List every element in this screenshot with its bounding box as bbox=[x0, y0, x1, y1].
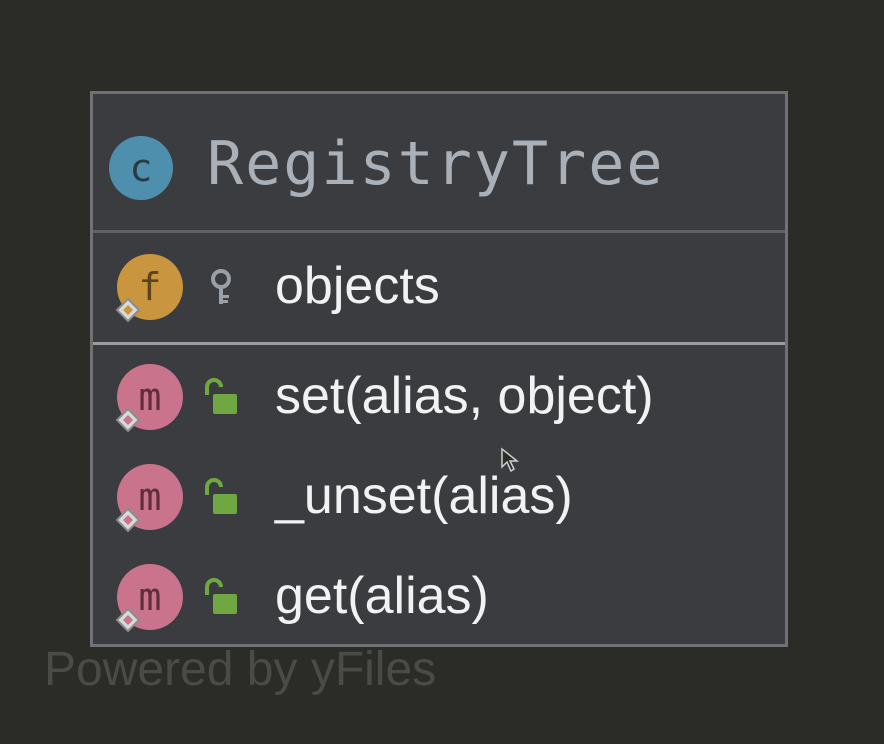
class-name: RegistryTree bbox=[207, 129, 665, 199]
method-row[interactable]: m get(alias) bbox=[93, 545, 785, 645]
mouse-cursor-icon bbox=[501, 447, 520, 473]
fields-section: f objects bbox=[93, 233, 785, 345]
diamond-icon bbox=[115, 607, 141, 633]
method-badge-letter: m bbox=[138, 575, 162, 619]
unlocked-padlock-icon bbox=[205, 578, 237, 614]
class-type-icon: c bbox=[109, 136, 173, 200]
class-badge-letter: c bbox=[129, 146, 153, 190]
method-row[interactable]: m _unset(alias) bbox=[93, 445, 785, 545]
diamond-icon bbox=[115, 507, 141, 533]
method-badge-letter: m bbox=[138, 475, 162, 519]
unlocked-padlock-icon bbox=[205, 478, 237, 514]
watermark-text: Powered by yFiles bbox=[44, 643, 437, 696]
field-badge-letter: f bbox=[138, 265, 162, 309]
methods-section: m set(alias, object) m _unset(alias) m g… bbox=[93, 345, 785, 645]
method-row[interactable]: m set(alias, object) bbox=[93, 345, 785, 445]
diamond-icon bbox=[115, 297, 141, 323]
method-badge-letter: m bbox=[138, 375, 162, 419]
diagram-canvas: c RegistryTree f objects m set(alias, ob… bbox=[0, 0, 884, 744]
method-label: get(alias) bbox=[275, 567, 489, 625]
key-icon bbox=[211, 269, 231, 304]
method-label: _unset(alias) bbox=[275, 467, 573, 525]
method-label: set(alias, object) bbox=[275, 367, 654, 425]
field-label: objects bbox=[275, 257, 440, 315]
class-header: c RegistryTree bbox=[93, 94, 785, 233]
diamond-icon bbox=[115, 407, 141, 433]
unlocked-padlock-icon bbox=[205, 378, 237, 414]
field-row[interactable]: f objects bbox=[93, 235, 785, 335]
uml-class-node[interactable]: c RegistryTree f objects m set(alias, ob… bbox=[90, 91, 788, 647]
